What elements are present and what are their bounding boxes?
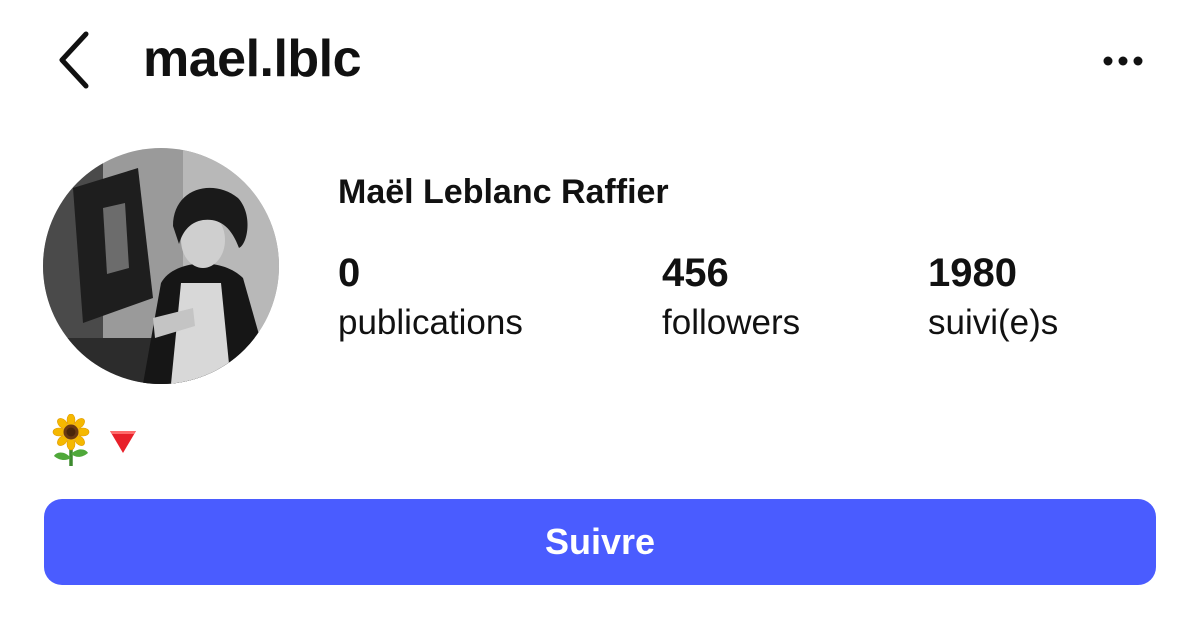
profile-display-name: Maël Leblanc Raffier — [338, 173, 669, 211]
chevron-left-icon — [59, 31, 89, 89]
follow-button[interactable]: Suivre — [44, 499, 1156, 585]
profile-avatar[interactable] — [43, 148, 279, 384]
following-count: 1980 — [928, 251, 1017, 295]
profile-username: mael.lblc — [143, 30, 362, 88]
top-navigation-bar: mael.lblc — [0, 0, 1200, 120]
more-horizontal-icon — [1103, 56, 1143, 66]
profile-photo-image — [43, 148, 279, 384]
followers-stat[interactable]: 456 followers — [662, 250, 800, 346]
more-options-button[interactable] — [1092, 44, 1156, 78]
sunflower-emoji-icon — [52, 414, 90, 466]
red-triangle-down-icon — [110, 431, 136, 453]
posts-count: 0 — [338, 251, 361, 295]
back-button[interactable] — [46, 28, 106, 92]
posts-stat[interactable]: 0 publications — [338, 250, 523, 346]
profile-bio — [48, 414, 138, 468]
followers-label: followers — [662, 303, 801, 342]
posts-label: publications — [338, 303, 523, 342]
following-label: suivi(e)s — [928, 303, 1059, 342]
followers-count: 456 — [662, 251, 729, 295]
following-stat[interactable]: 1980 suivi(e)s — [928, 250, 1058, 346]
